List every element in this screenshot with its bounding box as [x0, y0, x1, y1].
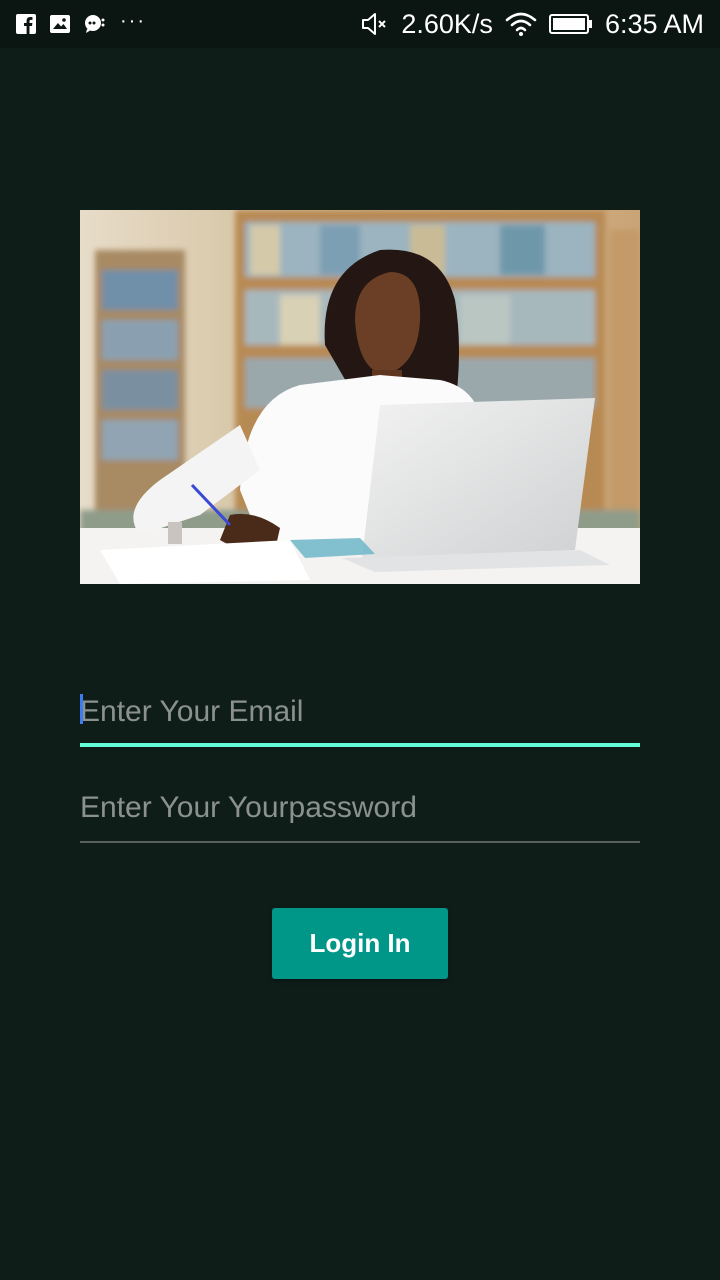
status-bar: ··· 2.60K/s 6:35 AM [0, 0, 720, 48]
hero-photo [80, 210, 640, 584]
mute-icon [361, 11, 389, 37]
facebook-icon [16, 14, 36, 34]
password-field[interactable] [80, 773, 640, 843]
image-icon [50, 15, 70, 33]
text-cursor [80, 694, 83, 724]
wifi-icon [505, 12, 537, 36]
chat-icon [84, 14, 106, 34]
battery-icon [548, 13, 593, 35]
password-underline [80, 841, 640, 843]
password-field-container [80, 773, 640, 843]
system-indicators: 2.60K/s 6:35 AM [361, 9, 704, 40]
email-field[interactable] [80, 677, 640, 747]
email-underline [80, 743, 640, 747]
clock: 6:35 AM [604, 8, 704, 39]
network-speed: 2.60K/s [401, 8, 493, 39]
email-field-container [80, 677, 640, 747]
more-notifications-icon: ··· [120, 9, 146, 32]
login-button[interactable]: Login In [272, 908, 448, 979]
notification-icons: ··· [16, 10, 146, 34]
